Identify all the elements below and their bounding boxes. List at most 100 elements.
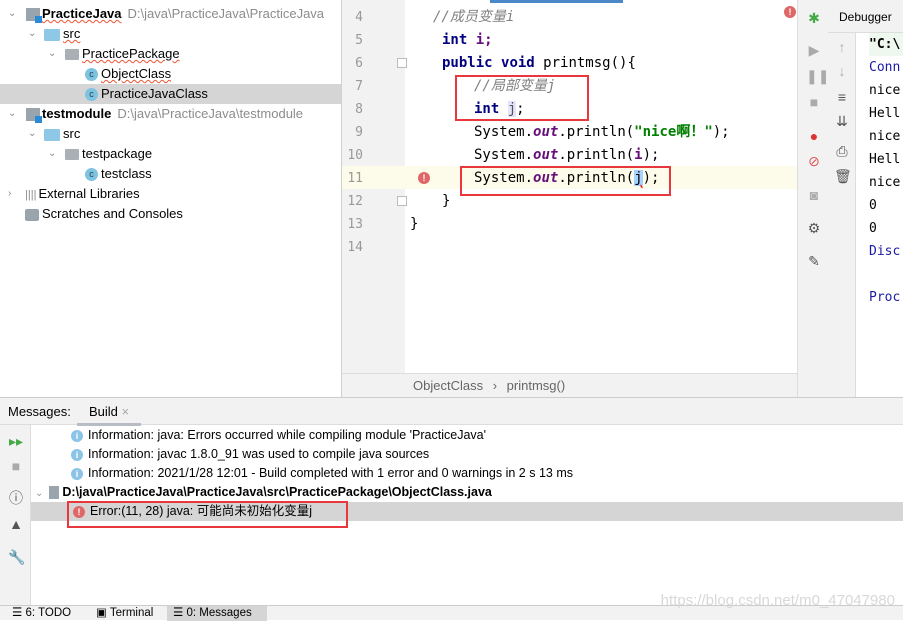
package-icon <box>65 149 79 161</box>
code-line-10: System.out.println(i); <box>474 147 660 163</box>
console-line: Hell <box>869 152 901 167</box>
chevron-right-icon[interactable]: › <box>8 184 11 204</box>
chevron-down-icon[interactable]: ⌄ <box>48 44 56 64</box>
libraries-icon: |||| <box>25 188 37 201</box>
tree-item-practicepackage[interactable]: ⌄ PracticePackage <box>0 44 341 64</box>
tab-debugger[interactable]: Debugger <box>839 10 892 24</box>
module-icon <box>26 8 42 23</box>
warning-filter-icon[interactable]: ▲ <box>8 516 24 532</box>
tree-item-scratches[interactable]: Scratches and Consoles <box>0 204 341 224</box>
print-icon[interactable]: ⎙ <box>834 143 850 159</box>
info-filter-icon[interactable]: ⓘ <box>8 490 24 506</box>
code-line-12: } <box>442 193 451 209</box>
project-panel: ⌄ PracticeJava D:\java\PracticeJava\Pract… <box>0 0 342 397</box>
highlight-box-local-variable <box>455 75 589 121</box>
message-file-row[interactable]: ⌄ D:\java\PracticeJava\PracticeJava\src\P… <box>31 483 903 502</box>
message-row[interactable]: i Information: 2021/1/28 12:01 - Build co… <box>31 464 903 483</box>
java-file-icon <box>49 486 60 500</box>
chevron-down-icon[interactable]: ⌄ <box>35 488 43 499</box>
line-number: 4 <box>355 10 363 25</box>
tab-todo[interactable]: ☰ 6: TODO <box>6 606 77 621</box>
tree-item-objectclass[interactable]: c ObjectClass <box>0 64 341 84</box>
chevron-down-icon[interactable]: ⌄ <box>28 24 36 44</box>
console-line: nice <box>869 175 901 190</box>
line-number: 6 <box>355 56 363 71</box>
package-icon <box>65 49 79 61</box>
line-number: 10 <box>347 148 363 163</box>
folder-icon <box>44 28 60 41</box>
scratches-icon <box>25 208 39 221</box>
gear-icon[interactable]: ⚙ <box>806 220 822 236</box>
messages-label: Messages: <box>8 404 71 419</box>
camera-icon[interactable]: ◙ <box>806 187 822 203</box>
pin-icon[interactable]: ✎ <box>806 253 822 269</box>
breakpoints-icon[interactable]: ● <box>806 128 822 144</box>
line-number: 5 <box>355 33 363 48</box>
breadcrumb-objectclass[interactable]: ObjectClass <box>413 378 483 393</box>
breadcrumb-printmsg[interactable]: printmsg() <box>507 378 566 393</box>
console-line: nice <box>869 83 901 98</box>
code-line-4: //成员变量i <box>433 9 515 25</box>
console-line: nice <box>869 129 901 144</box>
runnable-class-icon: c <box>85 168 98 182</box>
highlight-box-error-line <box>460 166 671 196</box>
tab-build[interactable]: Build × <box>77 398 142 426</box>
error-gutter-icon[interactable]: ! <box>418 172 430 184</box>
tree-item-testclass[interactable]: c testclass <box>0 164 341 184</box>
message-row[interactable]: i Information: java: Errors occurred whil… <box>31 426 903 445</box>
tree-item-src-2[interactable]: ⌄ src <box>0 124 341 144</box>
arrow-down-icon[interactable]: ↓ <box>834 63 850 79</box>
pause-icon[interactable]: ❚❚ <box>806 68 829 84</box>
stop-icon[interactable]: ■ <box>8 458 24 474</box>
console-line: "C:\ <box>869 33 903 56</box>
chevron-right-icon: › <box>492 378 498 393</box>
info-icon: i <box>71 429 83 442</box>
info-icon: i <box>71 467 83 480</box>
wrench-icon[interactable]: 🔧 <box>8 549 25 565</box>
module-icon <box>26 108 42 123</box>
close-icon[interactable]: × <box>122 404 130 419</box>
chevron-down-icon[interactable]: ⌄ <box>8 4 16 24</box>
error-stripe-icon[interactable]: ! <box>784 6 796 18</box>
class-icon: c <box>85 68 98 82</box>
console-line: Conn <box>869 60 901 75</box>
debugger-header: Debugger <box>828 0 903 33</box>
messages-header: Messages: Build × <box>0 397 903 426</box>
code-line-9: System.out.println("nice啊！"); <box>474 124 730 140</box>
console-line: Hell <box>869 106 901 121</box>
bug-icon[interactable]: ✱ <box>806 10 822 26</box>
chevron-down-icon[interactable]: ⌄ <box>48 144 56 164</box>
stop-icon[interactable]: ■ <box>806 94 822 110</box>
tab-terminal[interactable]: ▣ Terminal <box>90 606 159 621</box>
fold-icon[interactable] <box>397 58 407 68</box>
arrow-up-icon[interactable]: ↑ <box>834 39 850 55</box>
tree-item-testmodule[interactable]: ⌄ testmodule D:\java\PracticeJava\testmod… <box>0 104 341 124</box>
console-line: Proc <box>869 290 901 305</box>
trash-icon[interactable]: 🗑 <box>834 168 852 184</box>
tree-item-practicejava[interactable]: ⌄ PracticeJava D:\java\PracticeJava\Pract… <box>0 4 341 24</box>
tree-item-practicejavaclass[interactable]: c PracticeJavaClass <box>0 84 341 104</box>
debug-toolbar: ✱ ▶ ❚❚ ■ ● ⊘ ◙ ⚙ ✎ <box>797 0 829 397</box>
mute-breakpoints-icon[interactable]: ⊘ <box>806 153 822 169</box>
tree-item-external-libraries[interactable]: › |||| External Libraries <box>0 184 341 204</box>
line-number: 9 <box>355 125 363 140</box>
rerun-icon[interactable]: ▸▸ <box>8 433 24 449</box>
chevron-down-icon[interactable]: ⌄ <box>28 124 36 144</box>
fold-icon[interactable] <box>397 196 407 206</box>
console-line: 0 <box>869 221 877 236</box>
line-number: 7 <box>355 79 363 94</box>
breadcrumb: ObjectClass › printmsg() <box>342 373 797 397</box>
tree-item-src[interactable]: ⌄ src <box>0 24 341 44</box>
line-number: 14 <box>347 240 363 255</box>
console-line: 0 <box>869 198 877 213</box>
console-toolbar: ↑ ↓ ≡ ⇊ ⎙ 🗑 <box>828 33 856 397</box>
resume-icon[interactable]: ▶ <box>806 42 822 58</box>
tab-messages[interactable]: ☰ 0: Messages <box>167 606 267 621</box>
line-number: 13 <box>347 217 363 232</box>
chevron-down-icon[interactable]: ⌄ <box>8 104 16 124</box>
tree-item-testpackage[interactable]: ⌄ testpackage <box>0 144 341 164</box>
soft-wrap-icon[interactable]: ≡ <box>834 89 850 105</box>
message-row[interactable]: i Information: javac 1.8.0_91 was used to… <box>31 445 903 464</box>
scroll-to-end-icon[interactable]: ⇊ <box>834 113 850 129</box>
